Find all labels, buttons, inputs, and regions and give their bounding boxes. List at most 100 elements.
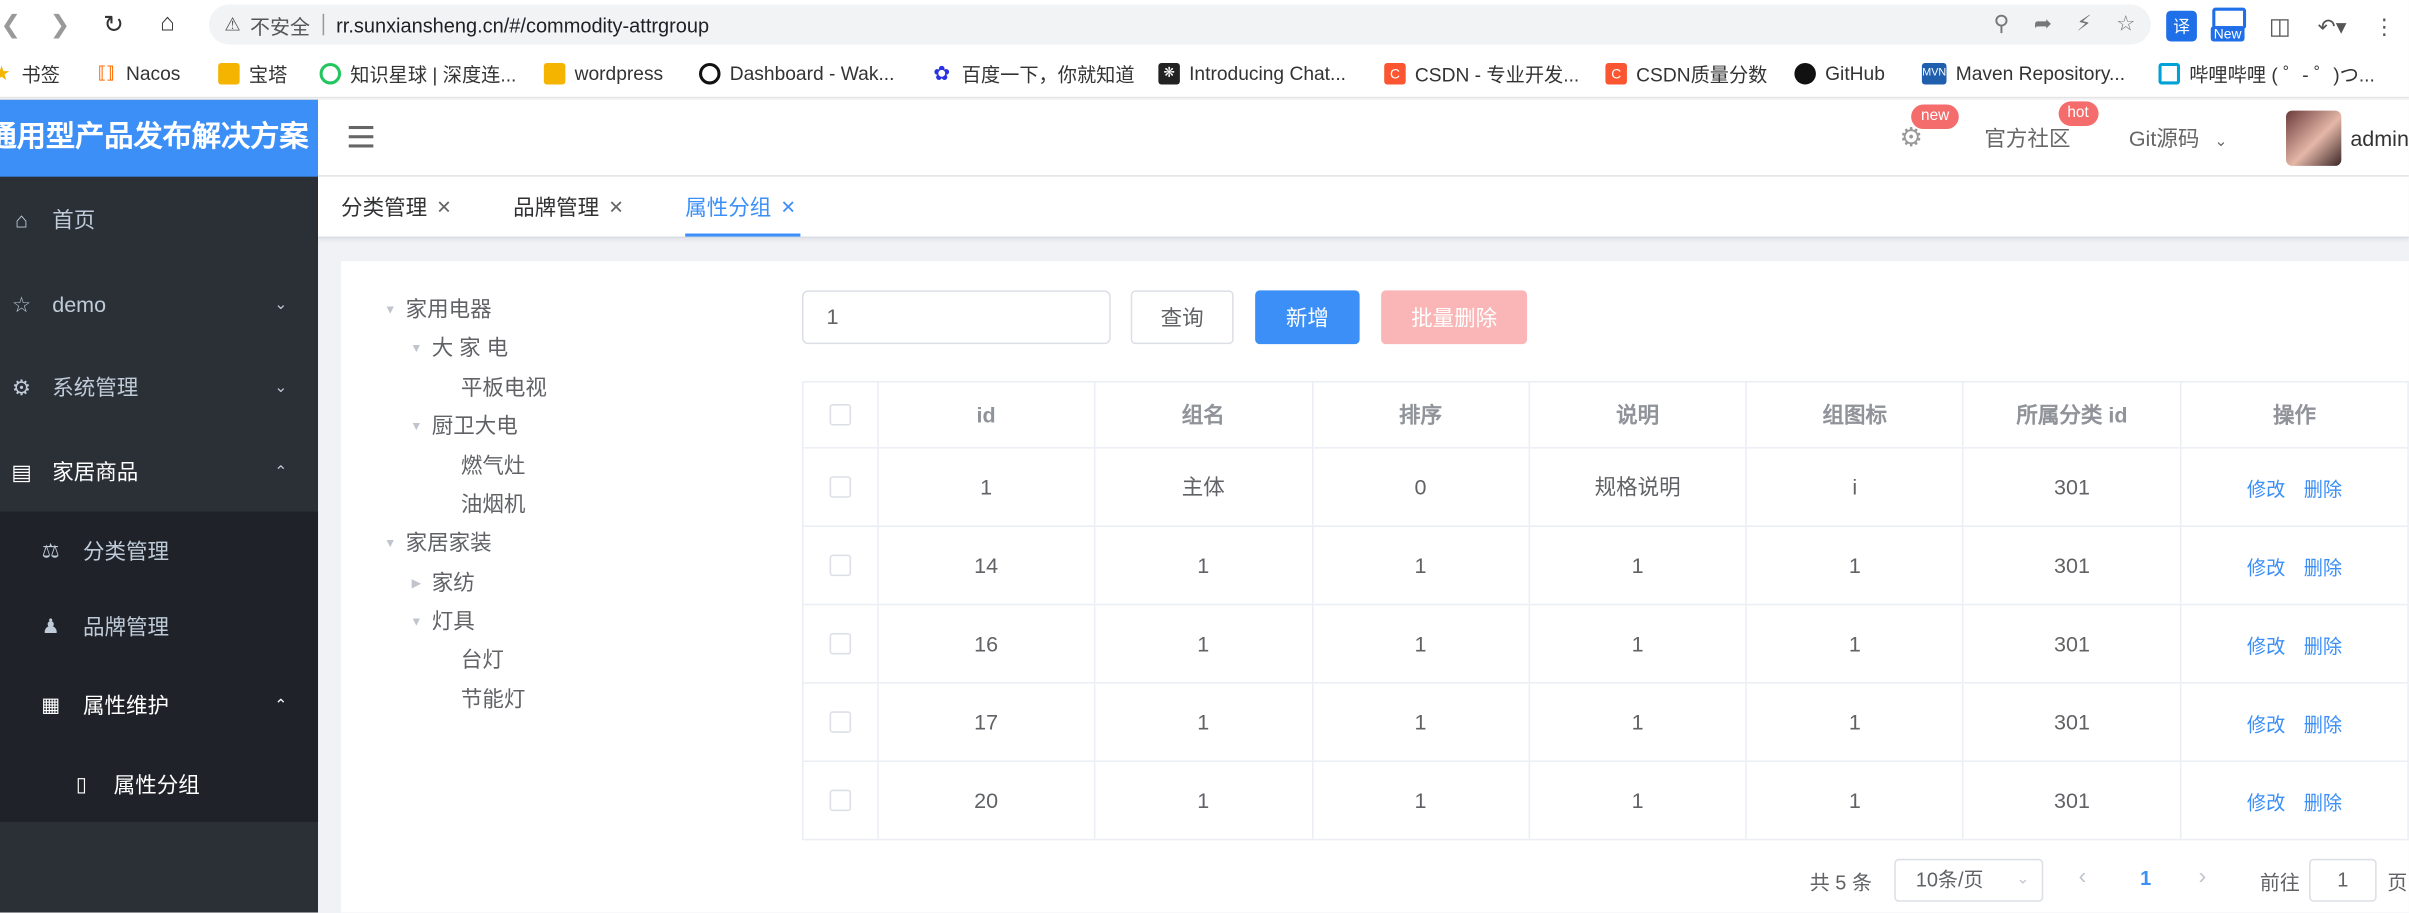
tab-category[interactable]: 分类管理 ✕	[341, 192, 452, 223]
cell-desc: 1	[1529, 762, 1748, 839]
tab-attr-group[interactable]: 属性分组 ✕	[685, 192, 796, 223]
table-row: 17 1 1 1 1 301 修改 删除	[803, 683, 2409, 763]
sidebar-item-home[interactable]: ⌂ 首页	[0, 180, 318, 260]
edit-link[interactable]: 修改	[2247, 629, 2285, 658]
query-button[interactable]: 查询	[1130, 290, 1234, 345]
bookmark-item[interactable]: ⟦⟧ Nacos	[95, 62, 181, 84]
sidebar-item-demo[interactable]: ☆ demo ⌄	[0, 264, 318, 344]
star-outline-icon[interactable]: ☆	[2116, 11, 2135, 37]
forward-icon[interactable]: ❯	[40, 5, 80, 45]
delete-link[interactable]: 删除	[2304, 629, 2342, 658]
cell-catelog-id: 301	[1964, 605, 2182, 683]
reload-icon[interactable]: ↻	[94, 5, 134, 45]
bookmark-item[interactable]: wordpress	[543, 62, 663, 84]
row-checkbox[interactable]	[803, 605, 879, 683]
column-header: 所属分类 id	[1964, 382, 2182, 448]
close-icon[interactable]: ✕	[436, 197, 451, 219]
bookmark-item[interactable]: MVN Maven Repository...	[1921, 62, 2125, 84]
more-icon[interactable]: ⋮	[2369, 11, 2400, 42]
caret-down-icon: ▼	[410, 340, 423, 355]
tree-node[interactable]: ▼ 大 家 电	[407, 330, 508, 364]
key-icon[interactable]: ⚲	[1993, 11, 2009, 37]
tree-node[interactable]: ▶ 家纺	[407, 565, 475, 599]
community-link[interactable]: 官方社区 hot	[1984, 101, 2098, 154]
settings-button[interactable]: ⚙ new	[1900, 104, 1959, 154]
baidu-icon: ✿	[933, 60, 951, 84]
cell-catelog-id: 301	[1964, 683, 2182, 761]
tree-node[interactable]: 油烟机	[436, 487, 526, 521]
bookmark-item[interactable]: 宝塔	[218, 58, 287, 87]
sidebar-item-category[interactable]: ⚖ 分类管理	[0, 515, 318, 589]
row-checkbox[interactable]	[803, 683, 879, 761]
row-checkbox[interactable]	[803, 762, 879, 839]
bookmark-item[interactable]: C CSDN质量分数	[1605, 58, 1767, 87]
tree-node[interactable]: 平板电视	[436, 370, 547, 404]
bookmark-item[interactable]: 哔哩哔哩 ( ゜- ゜)つ...	[2158, 58, 2375, 87]
hamburger-icon[interactable]	[348, 125, 374, 148]
column-header: 操作	[2182, 382, 2409, 448]
tree-node[interactable]: ▼ 家居家装	[381, 525, 491, 559]
new-extension-icon[interactable]: New	[2210, 7, 2249, 45]
browser-toolbar: ❮ ❯ ↻ ⌂ ⚠ 不安全 rr.sunxiansheng.cn/#/commo…	[0, 0, 2409, 50]
delete-link[interactable]: 删除	[2304, 707, 2342, 736]
batch-delete-button[interactable]: 批量删除	[1381, 290, 1528, 345]
delete-link[interactable]: 删除	[2304, 786, 2342, 815]
tree-node[interactable]: ▼ 灯具	[407, 604, 474, 638]
tab-brand[interactable]: 品牌管理 ✕	[513, 192, 624, 223]
edit-link[interactable]: 修改	[2247, 786, 2285, 815]
translate-icon[interactable]: 译	[2166, 10, 2197, 42]
cell-name: 1	[1095, 605, 1314, 683]
tree-node[interactable]: 台灯	[436, 642, 504, 676]
undo-icon[interactable]: ↶▾	[2311, 11, 2354, 42]
git-dropdown[interactable]: Git源码 ⌄	[2129, 123, 2228, 154]
user-name[interactable]: admin	[2350, 126, 2409, 151]
sidebar-item-system[interactable]: ⚙ 系统管理 ⌄	[0, 347, 318, 427]
share-icon[interactable]: ➦	[2034, 11, 2052, 37]
prev-page-icon[interactable]: ‹	[2079, 863, 2087, 889]
row-checkbox[interactable]	[803, 526, 879, 604]
home-icon[interactable]: ⌂	[147, 5, 187, 45]
address-bar[interactable]: ⚠ 不安全 rr.sunxiansheng.cn/#/commodity-att…	[208, 4, 2151, 45]
bookmark-item[interactable]: ✿ 百度一下，你就知道	[931, 58, 1134, 87]
close-icon[interactable]: ✕	[608, 197, 623, 219]
tree-node[interactable]: 燃气灶	[436, 449, 526, 483]
page-size-select[interactable]: 10条/页 ⌄	[1894, 858, 2044, 902]
bookmark-item[interactable]: C CSDN - 专业开发...	[1384, 58, 1579, 87]
tree-node[interactable]: ▼ 家用电器	[381, 292, 491, 326]
back-icon[interactable]: ❮	[0, 5, 31, 45]
close-icon[interactable]: ✕	[780, 197, 795, 219]
row-checkbox[interactable]	[803, 448, 879, 526]
edit-link[interactable]: 修改	[2247, 472, 2285, 501]
delete-link[interactable]: 删除	[2304, 551, 2342, 580]
avatar[interactable]	[2285, 110, 2342, 166]
edit-link[interactable]: 修改	[2247, 551, 2285, 580]
delete-link[interactable]: 删除	[2304, 472, 2342, 501]
next-page-icon[interactable]: ›	[2198, 863, 2206, 889]
bookmark-item[interactable]: ❋ Introducing Chat...	[1158, 62, 1346, 84]
bookmark-item[interactable]: Dashboard - Wak...	[699, 62, 894, 84]
sidebar-item-brand[interactable]: ♟ 品牌管理	[0, 590, 318, 664]
column-header: 组图标	[1747, 382, 1964, 448]
tree-node[interactable]: 节能灯	[436, 682, 526, 716]
edit-link[interactable]: 修改	[2247, 707, 2285, 736]
search-input[interactable]: 1	[801, 290, 1111, 345]
cell-id: 17	[879, 683, 1096, 761]
page-number-current[interactable]: 1	[2140, 866, 2151, 889]
bookmark-item[interactable]: 知识星球 | 深度连...	[319, 58, 516, 87]
bookmark-item[interactable]: ★书签	[0, 58, 60, 87]
bookmark-item[interactable]: GitHub	[1794, 62, 1885, 84]
add-button[interactable]: 新增	[1255, 290, 1360, 345]
table-row: 16 1 1 1 1 301 修改 删除	[803, 605, 2409, 684]
bolt-icon[interactable]: ⚡	[2076, 11, 2091, 37]
nacos-icon: ⟦⟧	[97, 64, 115, 83]
sidebar-item-home-goods[interactable]: ▤ 家居商品 ⌃	[0, 432, 318, 512]
extensions-icon[interactable]: ◫	[2265, 11, 2296, 42]
sidebar-item-attr-maint[interactable]: ▦ 属性维护 ⌃	[0, 668, 318, 742]
select-all-checkbox[interactable]	[803, 382, 879, 448]
goto-page-input[interactable]: 1	[2309, 858, 2377, 902]
sidebar-item-attr-group[interactable]: ▯ 属性分组	[0, 748, 318, 822]
cell-icon: i	[1747, 448, 1964, 526]
cell-name: 1	[1095, 683, 1314, 761]
tree-node[interactable]: ▼ 厨卫大电	[407, 409, 517, 443]
scale-icon: ⚖	[41, 539, 60, 563]
